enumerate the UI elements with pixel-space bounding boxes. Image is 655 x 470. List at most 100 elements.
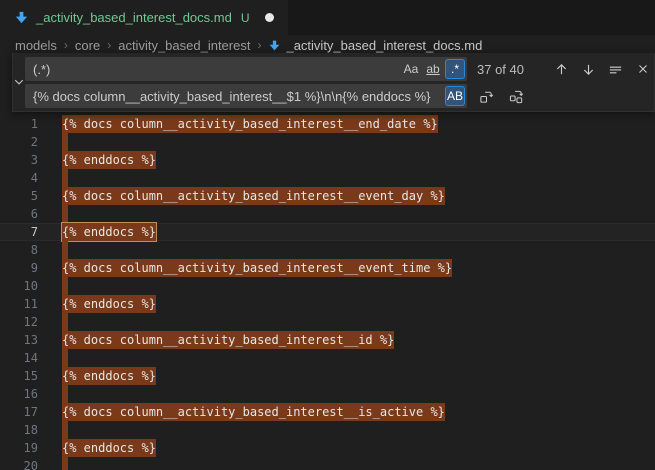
tab-filename: _activity_based_interest_docs.md — [36, 10, 232, 25]
code-text: {% enddocs %} — [62, 223, 156, 241]
tab-bar: _activity_based_interest_docs.md U — [0, 0, 655, 35]
search-match-empty — [62, 385, 68, 403]
search-match: {% enddocs %} — [62, 151, 156, 169]
line-number: 6 — [0, 205, 38, 223]
search-match: {% docs column__activity_based_interest_… — [62, 331, 394, 349]
results-count: 37 of 40 — [477, 62, 541, 77]
breadcrumb-separator: › — [64, 38, 68, 52]
find-in-selection-icon[interactable] — [605, 59, 626, 80]
line-number: 11 — [0, 295, 38, 313]
breadcrumb-separator: › — [257, 38, 261, 52]
close-icon[interactable] — [632, 59, 653, 80]
code-text — [62, 457, 68, 470]
code-line[interactable]: 15 {% enddocs %} — [0, 367, 655, 385]
code-text — [62, 205, 68, 223]
breadcrumb-item-file[interactable]: _activity_based_interest_docs.md — [268, 38, 482, 53]
search-match-empty — [62, 277, 68, 295]
breadcrumb-separator: › — [107, 38, 111, 52]
line-number: 14 — [0, 349, 38, 367]
line-number: 12 — [0, 313, 38, 331]
code-text: {% docs column__activity_based_interest_… — [62, 259, 452, 277]
code-text: {% enddocs %} — [62, 295, 156, 313]
search-match: {% docs column__activity_based_interest_… — [62, 403, 445, 421]
code-line[interactable]: 19{% enddocs %} — [0, 439, 655, 457]
search-match-empty — [62, 313, 68, 331]
find-widget: (.*) Aa ab .* 37 of 40 {% docs column__a… — [12, 53, 655, 112]
code-text — [62, 169, 68, 187]
code-line[interactable]: 8 — [0, 241, 655, 259]
code-line[interactable]: 20 — [0, 457, 655, 470]
breadcrumb-item-activity-based-interest[interactable]: activity_based_interest — [118, 38, 250, 53]
breadcrumb: models › core › activity_based_interest … — [0, 35, 655, 55]
toggle-replace-button[interactable] — [13, 57, 25, 107]
breadcrumb-item-core[interactable]: core — [75, 38, 100, 53]
code-line[interactable]: 11 {% enddocs %} — [0, 295, 655, 313]
replace-all-button[interactable] — [506, 86, 527, 107]
code-text: {% enddocs %} — [62, 151, 156, 169]
search-match: {% docs column__activity_based_interest_… — [62, 187, 445, 205]
code-line[interactable]: 10 — [0, 277, 655, 295]
code-line[interactable]: 7 {% enddocs %} — [0, 223, 655, 241]
code-text — [62, 241, 68, 259]
search-match: {% docs column__activity_based_interest_… — [62, 259, 452, 277]
code-text — [62, 277, 68, 295]
code-line[interactable]: 18 — [0, 421, 655, 439]
code-text: {% docs column__activity_based_interest_… — [62, 331, 394, 349]
code-text: {% docs column__activity_based_interest_… — [62, 187, 445, 205]
code-line[interactable]: 12 — [0, 313, 655, 331]
code-line[interactable]: 2 — [0, 133, 655, 151]
code-line[interactable]: 13 {% docs column__activity_based_interes… — [0, 331, 655, 349]
find-input[interactable]: (.*) Aa ab .* — [25, 57, 467, 81]
line-number: 10 — [0, 277, 38, 295]
line-number: 5 — [0, 187, 38, 205]
code-line[interactable]: 6 — [0, 205, 655, 223]
replace-input[interactable]: {% docs column__activity_based_interest_… — [25, 84, 467, 108]
code-line[interactable]: 5 {% docs column__activity_based_interest… — [0, 187, 655, 205]
search-match: {% enddocs %} — [62, 295, 156, 313]
code-line[interactable]: 9 {% docs column__activity_based_interest… — [0, 259, 655, 277]
code-line[interactable]: 1 {% docs column__activity_based_interest… — [0, 115, 655, 133]
line-number: 9 — [0, 259, 38, 277]
current-search-match: {% enddocs %} — [62, 223, 156, 241]
code-line[interactable]: 3 {% enddocs %} — [0, 151, 655, 169]
regex-button[interactable]: .* — [445, 59, 465, 79]
code-text — [62, 349, 68, 367]
match-case-button[interactable]: Aa — [401, 59, 421, 79]
preserve-case-button[interactable]: AB — [445, 86, 465, 106]
previous-match-button[interactable] — [551, 59, 572, 80]
search-match-empty — [62, 169, 68, 187]
tab-active[interactable]: _activity_based_interest_docs.md U — [0, 0, 288, 35]
search-match-empty — [62, 241, 68, 259]
search-match-empty — [62, 421, 68, 439]
line-number: 7 — [0, 223, 38, 241]
replace-button[interactable] — [476, 86, 497, 107]
search-match: {% enddocs %} — [62, 439, 156, 457]
code-line[interactable]: 14 — [0, 349, 655, 367]
search-match: {% enddocs %} — [62, 367, 156, 385]
git-status-badge: U — [241, 11, 250, 25]
code-line[interactable]: 17 {% docs column__activity_based_interes… — [0, 403, 655, 421]
breadcrumb-item-models[interactable]: models — [15, 38, 57, 53]
search-match-empty — [62, 205, 68, 223]
modified-dot-icon[interactable] — [265, 13, 274, 22]
next-match-button[interactable] — [578, 59, 599, 80]
line-number: 3 — [0, 151, 38, 169]
code-text — [62, 385, 68, 403]
line-number: 18 — [0, 421, 38, 439]
code-line[interactable]: 4 — [0, 169, 655, 187]
code-text: {% docs column__activity_based_interest_… — [62, 115, 438, 133]
markdown-icon — [268, 39, 281, 52]
line-number: 1 — [0, 115, 38, 133]
search-match: {% docs column__activity_based_interest_… — [62, 115, 438, 133]
line-number: 15 — [0, 367, 38, 385]
code-line[interactable]: 16 — [0, 385, 655, 403]
find-value: (.*) — [33, 62, 399, 77]
editor[interactable]: 1 {% docs column__activity_based_interest… — [0, 55, 655, 470]
markdown-icon — [14, 10, 29, 25]
line-number: 17 — [0, 403, 38, 421]
line-number: 13 — [0, 331, 38, 349]
whole-word-button[interactable]: ab — [423, 59, 443, 79]
code-text — [62, 133, 68, 151]
search-match-empty — [62, 457, 68, 470]
line-number: 2 — [0, 133, 38, 151]
